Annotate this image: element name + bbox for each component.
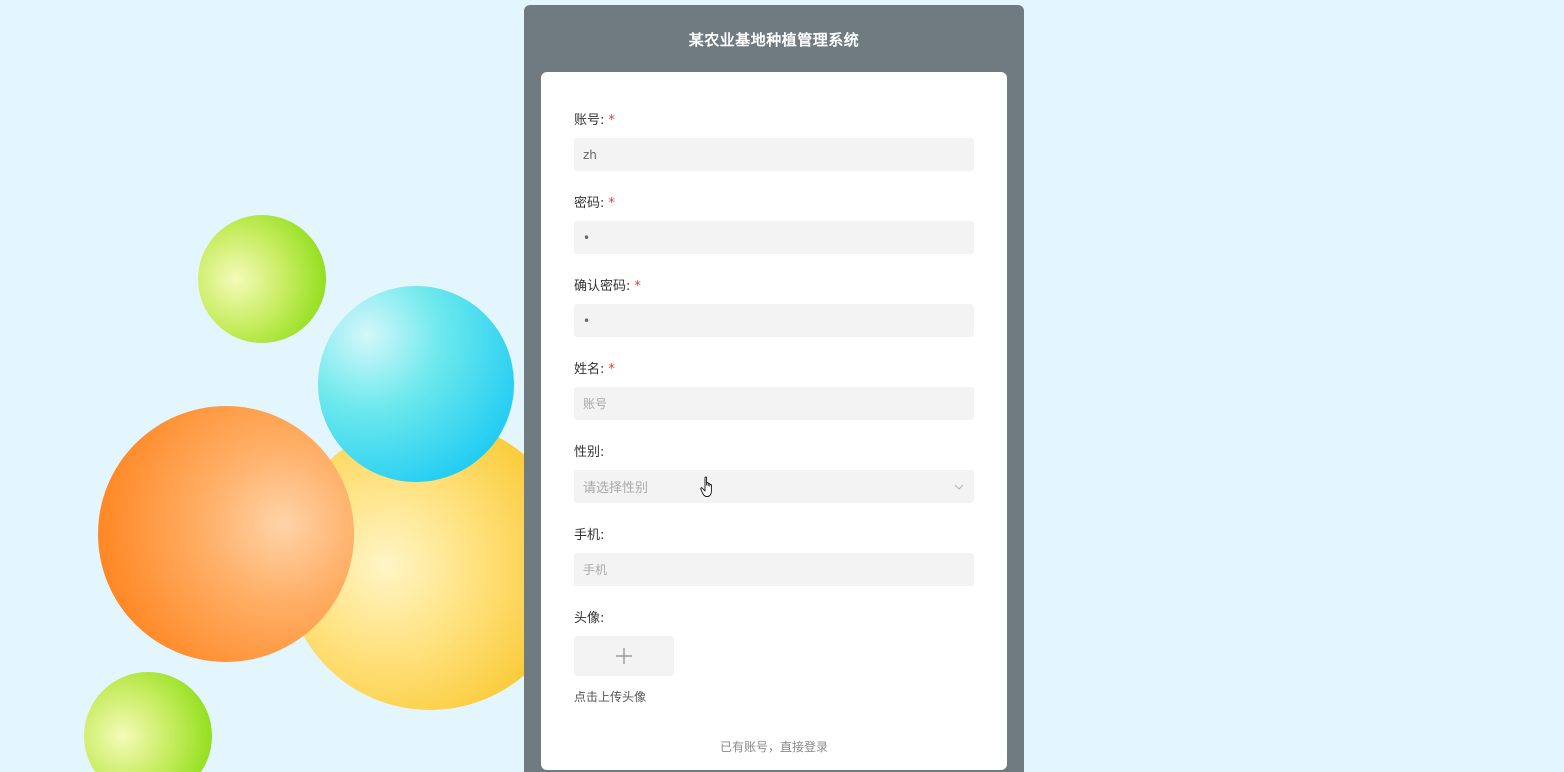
- confirm-password-input[interactable]: [574, 304, 974, 337]
- register-panel: 某农业基地种植管理系统 账号:* 密码:* 确认密码:*: [524, 5, 1024, 772]
- required-mark: *: [608, 362, 615, 377]
- page: 某农业基地种植管理系统 账号:* 密码:* 确认密码:*: [0, 0, 1564, 772]
- confirm-password-field-group: 确认密码: *: [574, 278, 974, 337]
- plus-icon: [616, 648, 632, 664]
- phone-label: 手机:: [574, 528, 605, 543]
- gender-select[interactable]: 请选择性别: [574, 470, 974, 503]
- gender-label: 性别:: [574, 445, 605, 460]
- account-input[interactable]: [574, 138, 974, 171]
- name-input[interactable]: [574, 387, 974, 420]
- password-field-group: 密码: *: [574, 195, 974, 254]
- avatar-upload-hint: 点击上传头像: [574, 690, 647, 704]
- name-label: 姓名: *: [574, 361, 974, 379]
- required-mark: *: [608, 113, 615, 128]
- phone-input[interactable]: [574, 553, 974, 586]
- phone-field-group: 手机:: [574, 527, 974, 586]
- account-label: 账号: *: [574, 112, 974, 130]
- confirm-password-label: 确认密码: *: [574, 278, 974, 296]
- hand-cursor-icon: [700, 476, 712, 497]
- avatar-field-group: 头像: 点击上传头像: [574, 610, 974, 705]
- login-link[interactable]: 已有账号，直接登录: [541, 738, 1007, 755]
- decorative-bubble-orange: [98, 406, 354, 662]
- decorative-bubble-green: [198, 215, 326, 343]
- decorative-bubble-green-bottom: [84, 672, 212, 772]
- password-label: 密码: *: [574, 195, 974, 213]
- gender-select-placeholder: 请选择性别: [583, 481, 649, 496]
- register-form: 账号:* 密码:* 确认密码:* 姓名:*: [541, 72, 1007, 770]
- confirm-password-label-text: 确认密码:: [574, 279, 631, 294]
- required-mark: *: [634, 279, 641, 294]
- avatar-upload-button[interactable]: [574, 636, 674, 676]
- page-title: 某农业基地种植管理系统: [688, 31, 860, 49]
- account-field-group: 账号: *: [574, 112, 974, 171]
- account-label-text: 账号:: [574, 113, 605, 128]
- required-mark: *: [608, 196, 615, 211]
- gender-field-group: 性别: 请选择性别: [574, 444, 974, 503]
- password-label-text: 密码:: [574, 196, 605, 211]
- avatar-label: 头像:: [574, 611, 605, 626]
- password-input[interactable]: [574, 221, 974, 254]
- name-field-group: 姓名: *: [574, 361, 974, 420]
- name-label-text: 姓名:: [574, 362, 605, 377]
- chevron-down-icon: [953, 481, 965, 493]
- decorative-bubble-cyan: [318, 286, 514, 482]
